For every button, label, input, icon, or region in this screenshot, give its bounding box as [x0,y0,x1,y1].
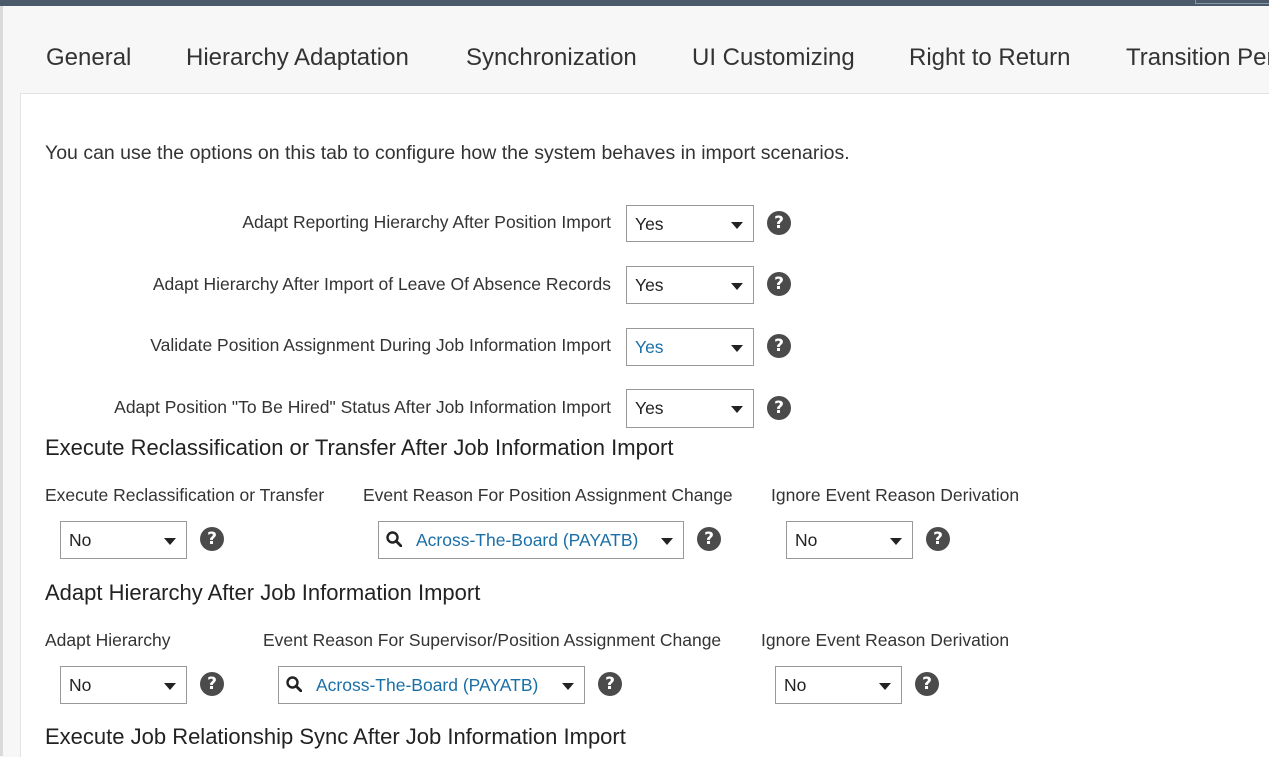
tab-right-to-return[interactable]: Right to Return [909,44,1070,72]
tab-transition-period[interactable]: Transition Per [1126,44,1269,72]
event-reason-position-select[interactable]: Across-The-Board (PAYATB) [378,521,684,559]
select-value: No [69,675,92,695]
select-value: No [784,675,807,695]
top-bar-control [1195,0,1269,4]
ignore-event-reason-select[interactable]: No [786,521,913,559]
ignore-event-reason-select-2[interactable]: No [775,666,902,704]
help-icon[interactable]: ? [767,396,791,420]
select-value: No [795,530,818,550]
row-label-adapt-reporting-hierarchy: Adapt Reporting Hierarchy After Position… [242,212,611,232]
select-value: Yes [635,214,664,234]
help-icon[interactable]: ? [767,211,791,235]
tab-general[interactable]: General [46,44,131,72]
section-title-job-relationship-sync: Execute Job Relationship Sync After Job … [45,724,626,749]
caret-down-icon [890,538,902,545]
select-value: Yes [635,337,664,357]
intro-text: You can use the options on this tab to c… [45,142,850,164]
magnifier-icon [286,676,302,692]
magnifier-icon [386,531,402,547]
field-label-event-reason-supervisor: Event Reason For Supervisor/Position Ass… [263,630,722,650]
section-title-adapt-hierarchy: Adapt Hierarchy After Job Information Im… [45,580,481,605]
help-icon[interactable]: ? [767,272,791,296]
help-icon[interactable]: ? [598,672,622,696]
tab-bar: General Hierarchy Adaptation Synchroniza… [20,6,1269,94]
adapt-reporting-hierarchy-select[interactable]: Yes [626,205,754,242]
help-icon[interactable]: ? [200,672,224,696]
field-label-execute-reclassification: Execute Reclassification or Transfer [45,485,325,505]
section-title-reclassification: Execute Reclassification or Transfer Aft… [45,435,674,460]
execute-reclassification-select[interactable]: No [60,521,187,559]
caret-down-icon [661,538,673,545]
caret-down-icon [731,345,743,352]
help-icon[interactable]: ? [926,527,950,551]
help-icon[interactable]: ? [767,334,791,358]
select-value: No [69,530,92,550]
caret-down-icon [164,538,176,545]
adapt-hierarchy-select[interactable]: No [60,666,187,704]
row-label-to-be-hired: Adapt Position "To Be Hired" Status Afte… [114,397,611,417]
to-be-hired-select[interactable]: Yes [626,389,754,428]
field-label-event-reason-position: Event Reason For Position Assignment Cha… [363,485,733,505]
help-icon[interactable]: ? [697,527,721,551]
field-label-adapt-hierarchy: Adapt Hierarchy [45,630,171,650]
select-value: Yes [635,275,664,295]
caret-down-icon [164,683,176,690]
tab-hierarchy-adaptation[interactable]: Hierarchy Adaptation [186,44,409,72]
select-value: Yes [635,398,664,418]
field-label-ignore-event-reason: Ignore Event Reason Derivation [771,485,1020,505]
caret-down-icon [731,222,743,229]
select-value: Across-The-Board (PAYATB) [416,530,639,550]
caret-down-icon [879,683,891,690]
event-reason-supervisor-select[interactable]: Across-The-Board (PAYATB) [278,666,585,704]
select-value: Across-The-Board (PAYATB) [316,675,539,695]
adapt-hierarchy-leave-select[interactable]: Yes [626,266,754,304]
field-label-ignore-event-reason: Ignore Event Reason Derivation [761,630,1010,650]
help-icon[interactable]: ? [915,672,939,696]
tab-synchronization[interactable]: Synchronization [466,44,637,72]
row-label-adapt-hierarchy-leave: Adapt Hierarchy After Import of Leave Of… [152,274,611,294]
caret-down-icon [731,283,743,290]
caret-down-icon [731,406,743,413]
caret-down-icon [562,683,574,690]
help-icon[interactable]: ? [200,527,224,551]
row-label-validate-position: Validate Position Assignment During Job … [150,335,611,355]
tab-ui-customizing[interactable]: UI Customizing [692,44,855,72]
validate-position-select[interactable]: Yes [626,328,754,366]
left-edge [0,6,3,756]
